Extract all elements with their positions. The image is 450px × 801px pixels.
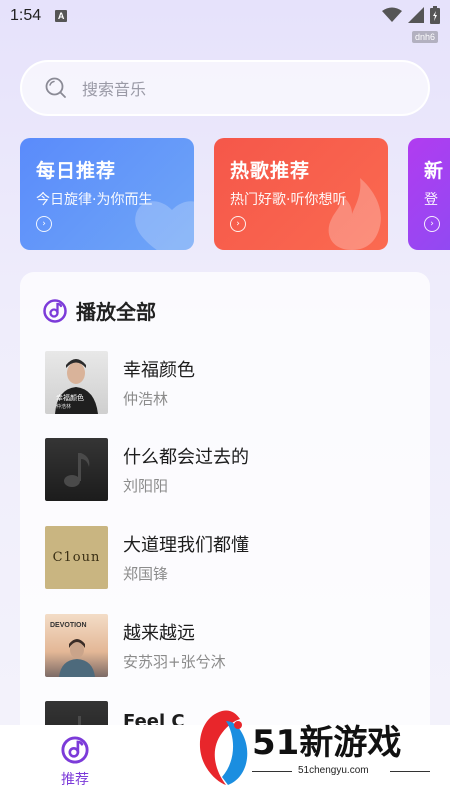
search-bar[interactable]: 搜索音乐: [20, 60, 430, 116]
music-disc-icon: [61, 736, 89, 764]
status-bar: 1:54 A: [0, 0, 450, 32]
cover-title: 幸福颜色: [56, 393, 84, 402]
arrow-right-icon: ›: [230, 216, 246, 232]
daily-recommend-card[interactable]: 每日推荐 今日旋律·为你而生 ›: [20, 138, 194, 250]
card-title: 新: [424, 160, 445, 182]
signal-icon: [408, 7, 424, 23]
song-title: 什么都会过去的: [123, 446, 249, 468]
flame-icon: [328, 178, 381, 250]
play-all-button[interactable]: 播放全部: [42, 296, 156, 325]
song-artist: 安苏羽+张兮沐: [123, 652, 226, 671]
song-title: 幸福颜色: [123, 359, 195, 381]
music-note-icon: [63, 453, 89, 487]
watermark-divider: [390, 771, 430, 772]
battery-icon: [430, 6, 440, 24]
album-art: [59, 638, 95, 677]
hot-songs-card[interactable]: 热歌推荐 热门好歌·听你想听 ›: [214, 138, 388, 250]
card-subtitle: 登: [424, 192, 438, 208]
watermark-url: 51chengyu.com: [298, 765, 369, 776]
album-cover: [45, 437, 108, 501]
song-title: 大道理我们都懂: [123, 534, 249, 556]
wifi-icon: [382, 7, 402, 22]
album-cover: DEVOTION: [45, 613, 108, 677]
song-item[interactable]: DEVOTION 越来越远 安苏羽+张兮沐: [45, 613, 405, 677]
arrow-right-icon: ›: [36, 216, 52, 232]
nav-label: 推荐: [61, 772, 89, 788]
album-cover: C1oun: [45, 525, 108, 589]
watermark-divider: [252, 771, 292, 772]
song-title: 越来越远: [123, 622, 195, 644]
search-placeholder: 搜索音乐: [82, 80, 147, 99]
song-item[interactable]: 幸福颜色 仲浩林 幸福颜色 仲浩林: [45, 350, 405, 414]
song-item[interactable]: 什么都会过去的 刘阳阳: [45, 437, 405, 501]
watermark: 51新游戏 51chengyu.com: [190, 705, 450, 801]
cover-title: C1oun: [52, 549, 101, 565]
network-tag: dnh6: [411, 31, 438, 43]
album-art: [55, 358, 98, 414]
arrow-right-icon: ›: [424, 216, 440, 232]
cover-artist: 仲浩林: [56, 403, 72, 410]
new-songs-card[interactable]: 新 登 ›: [408, 138, 450, 250]
watermark-brand: 51新游戏: [252, 723, 402, 763]
panel-title: 播放全部: [76, 300, 156, 324]
card-title: 每日推荐: [36, 160, 117, 182]
music-disc-icon: [43, 298, 67, 323]
nav-item-recommend[interactable]: 推荐: [52, 735, 98, 789]
song-artist: 郑国锋: [123, 564, 169, 583]
status-time: 1:54: [10, 7, 42, 24]
search-icon: [45, 77, 66, 98]
status-icons: [382, 6, 440, 24]
song-artist: 刘阳阳: [123, 476, 169, 495]
song-artist: 仲浩林: [123, 389, 169, 408]
notification-icon: A: [55, 10, 68, 22]
heart-icon: [135, 201, 194, 250]
song-item[interactable]: C1oun 大道理我们都懂 郑国锋: [45, 525, 405, 589]
recommend-cards: 每日推荐 今日旋律·为你而生 › 热歌推荐 热门好歌·听你想听 › 新 登 ›: [20, 138, 450, 250]
watermark-logo: [199, 710, 248, 785]
album-cover: 幸福颜色 仲浩林: [45, 350, 108, 414]
